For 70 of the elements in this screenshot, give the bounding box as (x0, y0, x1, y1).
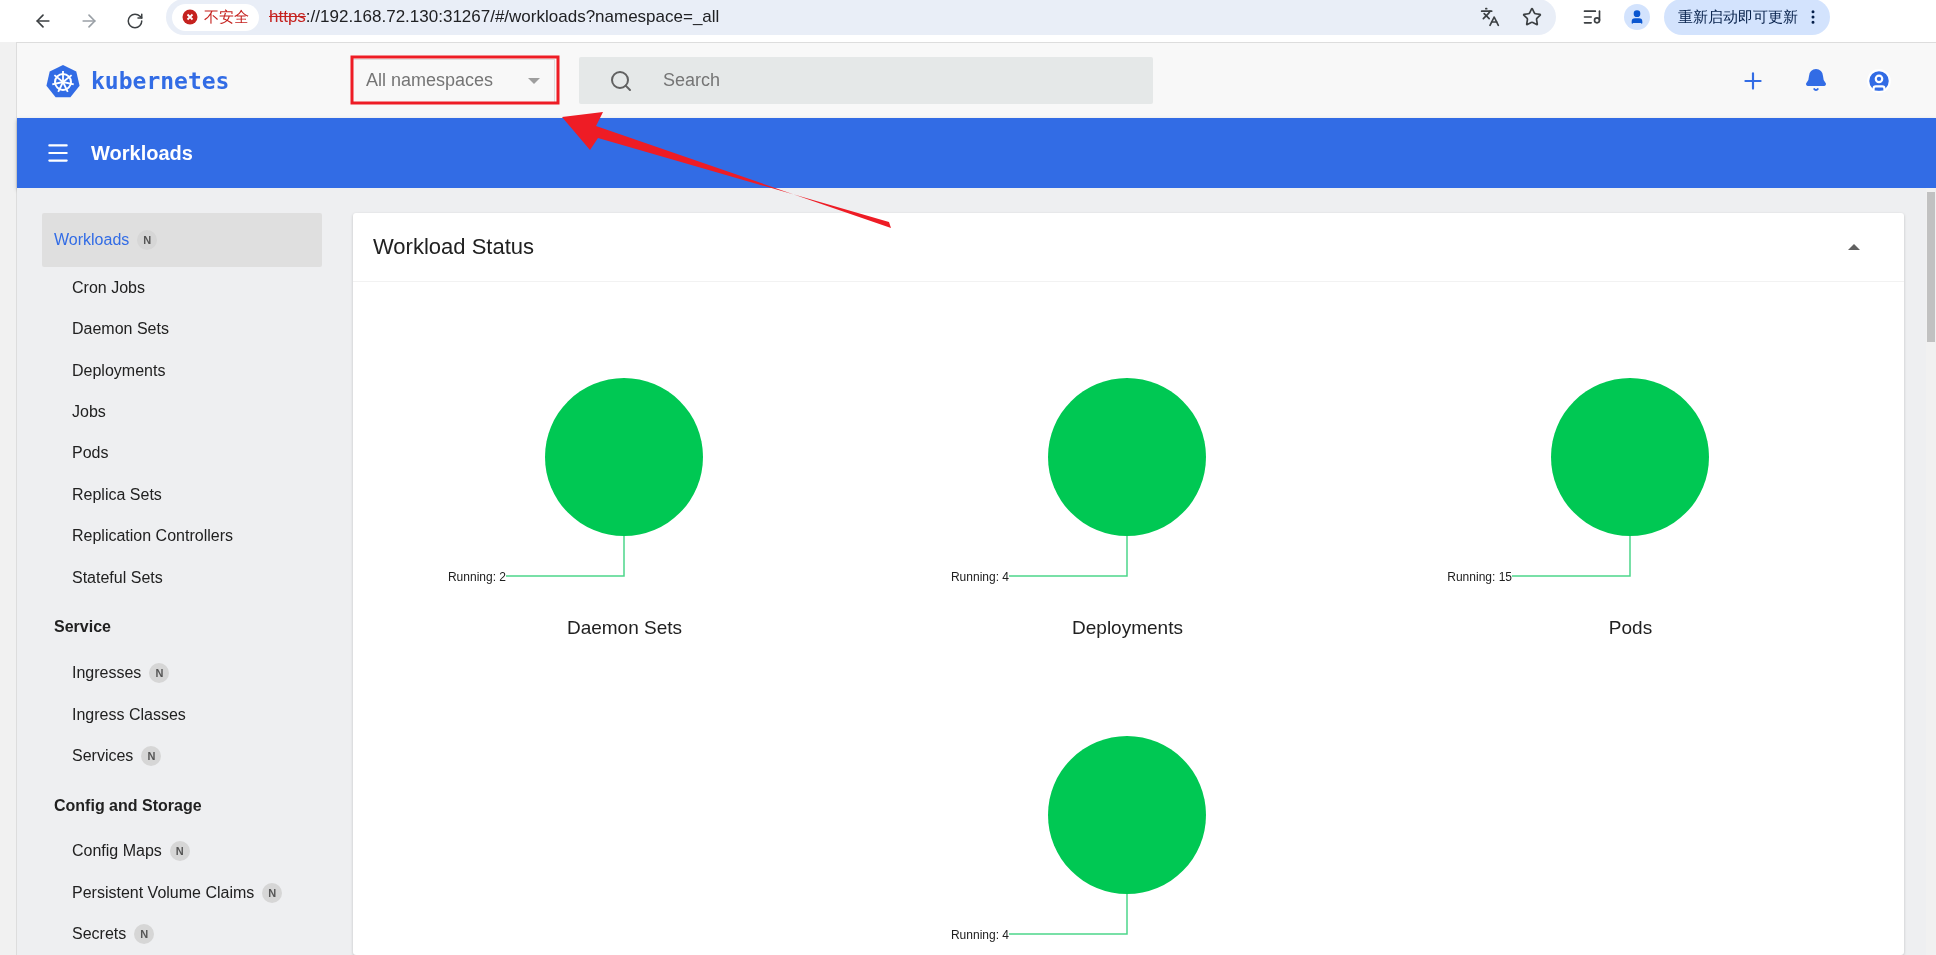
account-icon[interactable] (1866, 67, 1892, 94)
slice-label: Running: 15 (1447, 570, 1512, 584)
namespaced-badge: N (169, 841, 190, 862)
nav-item[interactable]: Deployments (42, 349, 322, 392)
nav-item[interactable]: Replica Sets (42, 474, 322, 516)
nav-label: Stateful Sets (72, 568, 163, 587)
caret-icon (528, 77, 540, 84)
nav-label: Config and Storage (54, 796, 202, 815)
nav-item[interactable]: Config Maps N (42, 830, 322, 873)
nav-item[interactable]: Services N (42, 735, 322, 777)
nav-item[interactable]: Workloads N (42, 213, 322, 267)
nav-label: Secrets (72, 925, 127, 944)
nav-item[interactable]: Pods (42, 432, 322, 475)
chart-title: Pods (1608, 617, 1653, 640)
slice-label: Running: 2 (447, 570, 506, 584)
bell-icon[interactable] (1804, 67, 1828, 92)
nav-label: Config Maps (72, 842, 162, 861)
namespace-select[interactable]: All namespaces (351, 58, 555, 103)
nav-item[interactable]: Cron Jobs (42, 266, 322, 309)
search-field[interactable]: Search (579, 57, 1153, 104)
search-icon (609, 68, 633, 93)
logo-icon (45, 62, 81, 99)
nav-label: Daemon Sets (72, 320, 169, 339)
nav-label: Deployments (72, 361, 166, 380)
security-chip[interactable]: 不安全 (172, 3, 259, 31)
nav-section-heading[interactable]: Service (42, 602, 322, 653)
nav-item[interactable]: Secrets N (42, 913, 322, 955)
nav-label: Workloads (54, 230, 130, 249)
chart-title: Deployments (1072, 617, 1183, 640)
nav-label: Services (72, 746, 134, 765)
bookmark-icon[interactable] (1522, 7, 1542, 27)
scrollbar-thumb[interactable] (1927, 192, 1935, 342)
nav-label: Cron Jobs (72, 278, 145, 297)
address-bar[interactable]: 不安全 https://192.168.72.130:31267/#/workloads?namespace=_all (166, 0, 1556, 35)
nav-item[interactable]: Persistent Volume Claims N (42, 872, 322, 914)
nav-item[interactable]: Stateful Sets (42, 557, 322, 599)
chart-title: Daemon Sets (566, 617, 683, 640)
nav-item[interactable]: Ingresses N (42, 652, 322, 694)
nav-item[interactable]: Replication Controllers (42, 515, 322, 557)
nav-label: Ingress Classes (72, 705, 186, 724)
namespaced-badge: N (137, 229, 158, 250)
slice-label: Running: 4 (950, 570, 1009, 584)
search-input[interactable]: Search (661, 69, 1065, 92)
url-text: https://192.168.72.130:31267/#/workloads?namespace=_all (269, 7, 720, 27)
nav-item[interactable]: Ingress Classes (42, 693, 322, 736)
nav-label: Jobs (72, 402, 106, 421)
nav-section-heading[interactable]: Config and Storage (42, 780, 322, 831)
namespaced-badge: N (134, 924, 155, 945)
slice-label: Running: 4 (950, 928, 1009, 942)
nav-label: Replica Sets (72, 485, 162, 504)
card-title: Workload Status (373, 234, 534, 260)
warning-icon (182, 9, 198, 25)
collapse-button[interactable] (1848, 244, 1860, 250)
nav-label: Ingresses (72, 664, 142, 683)
media-icon[interactable] (1582, 7, 1602, 27)
profile-icon[interactable] (1624, 4, 1650, 30)
nav-item[interactable]: Daemon Sets (42, 308, 322, 350)
namespaced-badge: N (141, 745, 162, 766)
update-button[interactable]: 重新启动即可更新 (1664, 0, 1830, 35)
logo-text: kubernetes (91, 67, 230, 94)
nav-label: Service (54, 618, 111, 637)
nav-label: Pods (72, 444, 109, 463)
nav-label: Replication Controllers (72, 527, 233, 546)
namespaced-badge: N (149, 663, 170, 684)
translate-icon[interactable] (1480, 7, 1500, 27)
namespaced-badge: N (262, 882, 283, 903)
page-title: Workloads (91, 141, 193, 165)
nav-label: Persistent Volume Claims (72, 883, 255, 902)
reload-icon[interactable] (126, 12, 144, 30)
nav-item[interactable]: Jobs (42, 391, 322, 433)
